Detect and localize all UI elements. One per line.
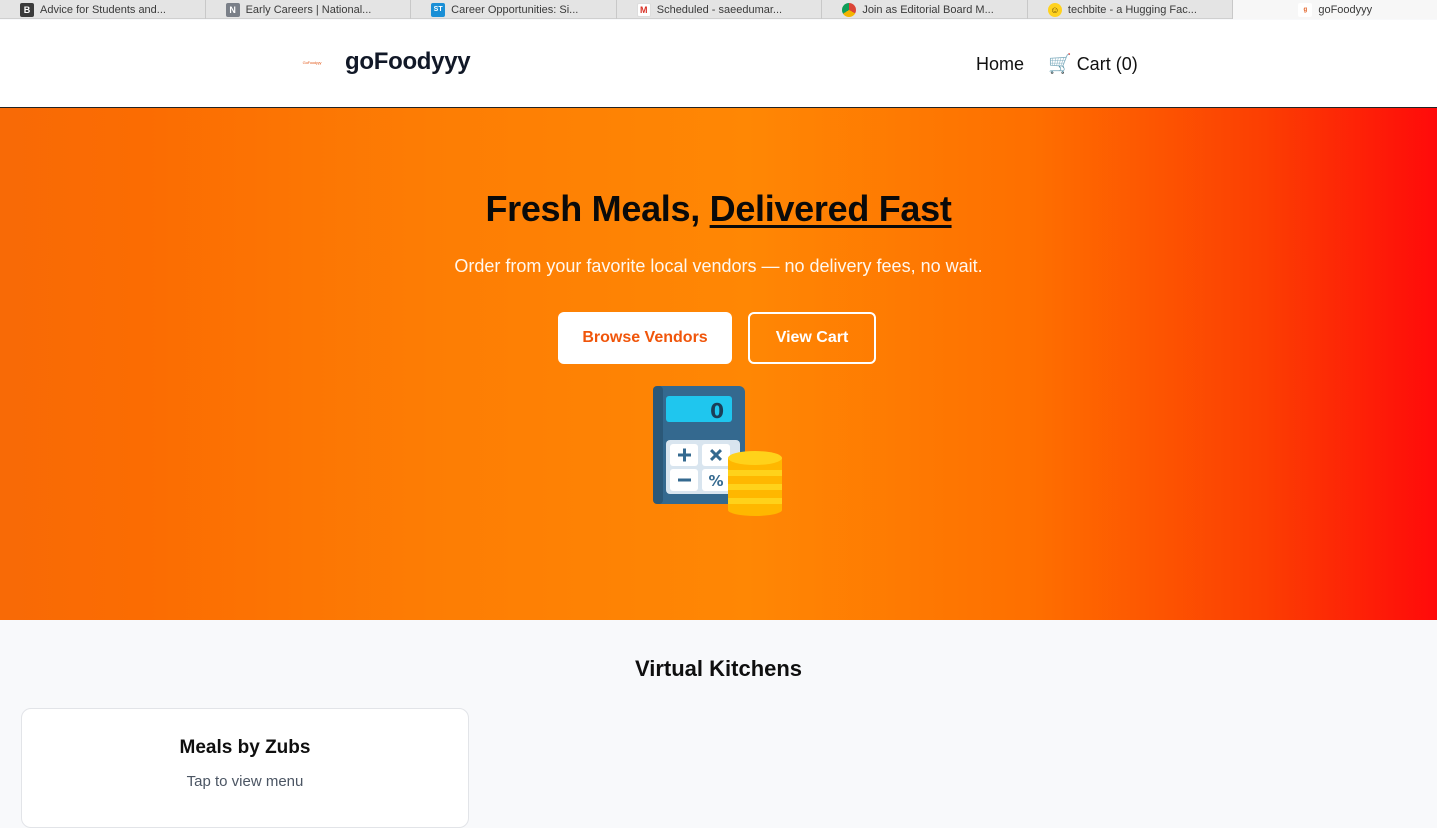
nav-cart-link[interactable]: 🛒 Cart (0) xyxy=(1048,52,1138,76)
svg-text:%: % xyxy=(708,472,723,490)
n-icon: N xyxy=(225,2,240,17)
kitchen-hint: Tap to view menu xyxy=(186,773,304,790)
kitchen-name: Meals by Zubs xyxy=(179,737,311,758)
browser-tab[interactable]: N Early Careers | National... xyxy=(206,0,412,19)
tab-title: Career Opportunities: Si... xyxy=(451,3,579,16)
calculator-display: 0 xyxy=(710,399,724,423)
browser-tab-strip: B Advice for Students and... N Early Car… xyxy=(0,0,1437,19)
hero-title-prefix: Fresh Meals, xyxy=(485,188,710,229)
brand[interactable]: GoFoodyyy goFoodyyy xyxy=(298,48,471,76)
hero-subtitle: Order from your favorite local vendors —… xyxy=(454,256,983,276)
brand-name: goFoodyyy xyxy=(345,48,471,75)
calculator-coins-icon: 0 % xyxy=(653,386,782,516)
shopping-cart-icon: 🛒 xyxy=(1048,54,1072,75)
section-title: Virtual Kitchens xyxy=(634,656,803,681)
tab-title: goFoodyyy xyxy=(1318,3,1373,16)
browser-tab[interactable]: ☺ techbite - a Hugging Fac... xyxy=(1028,0,1234,19)
tab-title: Early Careers | National... xyxy=(245,3,372,16)
browser-tab[interactable]: ST Career Opportunities: Si... xyxy=(411,0,617,19)
browser-tab-active[interactable]: g goFoodyyy xyxy=(1233,0,1437,19)
view-cart-button[interactable]: View Cart xyxy=(748,312,876,364)
brand-logo: GoFoodyyy xyxy=(302,59,322,65)
site-header: GoFoodyyy goFoodyyy Home 🛒 Cart (0) xyxy=(0,20,1437,108)
hero-title: Fresh Meals, Delivered Fast xyxy=(0,188,1437,230)
kitchen-card[interactable]: Meals by Zubs Tap to view menu xyxy=(21,708,469,828)
hugging-face-icon: ☺ xyxy=(1047,2,1062,17)
tab-title: techbite - a Hugging Fac... xyxy=(1067,3,1197,16)
tab-title: Join as Editorial Board M... xyxy=(862,3,994,16)
kitchens-section: Virtual Kitchens Meals by Zubs Tap to vi… xyxy=(0,620,1437,828)
hero-section: Fresh Meals, Delivered Fast Order from y… xyxy=(0,108,1437,620)
gmail-icon: M xyxy=(636,2,651,17)
browse-vendors-button[interactable]: Browse Vendors xyxy=(558,312,732,364)
nav-home-link[interactable]: Home xyxy=(976,54,1024,75)
browser-tab[interactable]: Join as Editorial Board M... xyxy=(822,0,1028,19)
st-icon: ST xyxy=(431,2,446,17)
browser-tab[interactable]: M Scheduled - saeedumar... xyxy=(617,0,823,19)
cart-label: Cart (0) xyxy=(1076,53,1138,74)
tab-title: Advice for Students and... xyxy=(40,3,166,16)
gofoodyyy-favicon: g xyxy=(1298,2,1313,17)
chrome-icon xyxy=(842,2,857,17)
tab-title: Scheduled - saeedumar... xyxy=(656,3,783,16)
blog-b-icon: B xyxy=(20,2,34,17)
browser-tab[interactable]: B Advice for Students and... xyxy=(0,0,206,19)
main-nav: Home 🛒 Cart (0) xyxy=(976,52,1138,76)
hero-title-highlight: Delivered Fast xyxy=(709,188,952,229)
